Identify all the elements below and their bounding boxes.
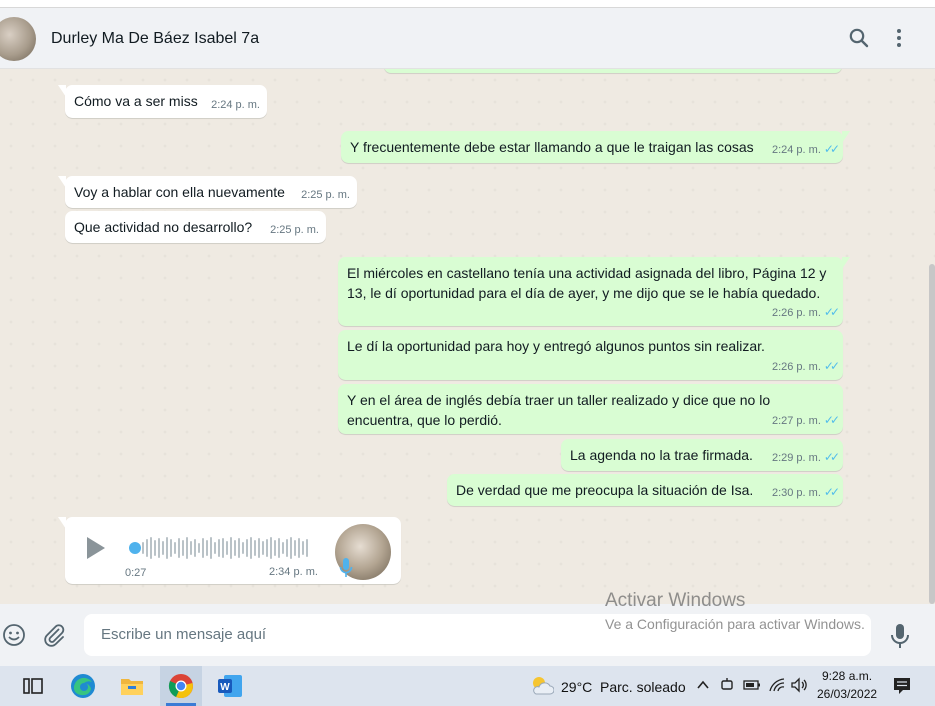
read-ticks-icon: ✓✓ xyxy=(823,485,840,499)
message-bubble-outgoing[interactable]: Y frecuentemente debe estar llamando a q… xyxy=(341,131,850,163)
activate-windows-watermark: Activar Windows Ve a Configuración para … xyxy=(605,590,865,632)
edge-icon xyxy=(71,674,95,698)
meet-now-icon[interactable] xyxy=(720,677,734,693)
browser-top-strip xyxy=(0,0,935,8)
message-time: 2:24 p. m. xyxy=(211,99,260,111)
message-bubble-outgoing[interactable]: La agenda no la trae firmada. 2:29 p. m.… xyxy=(561,439,843,471)
voice-duration: 0:27 xyxy=(125,567,147,579)
play-icon[interactable] xyxy=(87,537,105,559)
message-time: 2:24 p. m. xyxy=(771,144,821,156)
message-time: 2:27 p. m. xyxy=(771,415,821,427)
attach-icon[interactable] xyxy=(42,623,66,647)
notifications-icon[interactable] xyxy=(893,677,911,695)
message-text: Y frecuentemente debe estar llamando a q… xyxy=(350,139,754,155)
message-bubble-incoming[interactable]: Voy a hablar con ella nuevamente 2:25 p.… xyxy=(58,176,357,208)
read-ticks-icon: ✓✓ xyxy=(823,305,840,319)
message-bubble-outgoing[interactable]: Le dí la oportunidad para hoy y entregó … xyxy=(338,330,843,380)
message-input-placeholder: Escribe un mensaje aquí xyxy=(101,626,267,643)
emoji-icon[interactable] xyxy=(2,623,26,647)
message-bubble-outgoing[interactable]: De verdad que me preocupa la situación d… xyxy=(447,474,843,506)
message-time: 2:30 p. m. xyxy=(771,487,821,499)
message-bubble-incoming[interactable]: Que actividad no desarrollo? 2:25 p. m. xyxy=(65,211,326,243)
clock-time[interactable]: 9:28 a.m. xyxy=(822,669,872,683)
word-button[interactable]: W xyxy=(209,666,251,706)
task-view-button[interactable] xyxy=(12,666,54,706)
message-meta: 2:27 p. m. ✓✓ xyxy=(771,410,840,431)
message-time: 2:25 p. m. xyxy=(270,224,319,236)
message-bubble-outgoing[interactable]: Y en el área de inglés debía traer un ta… xyxy=(338,384,843,434)
wifi-icon[interactable] xyxy=(768,677,786,693)
weather-temp[interactable]: 29°C xyxy=(561,679,592,695)
message-meta: 2:30 p. m. ✓✓ xyxy=(771,482,840,503)
read-ticks-icon: ✓✓ xyxy=(823,359,840,373)
message-bubble-outgoing[interactable]: El miércoles en castellano tenía una act… xyxy=(338,257,850,326)
volume-icon[interactable] xyxy=(790,677,808,693)
read-ticks-icon: ✓✓ xyxy=(823,450,840,464)
watermark-title: Activar Windows xyxy=(605,590,746,611)
microphone-icon[interactable] xyxy=(889,623,911,649)
chat-scrollbar[interactable] xyxy=(929,264,935,604)
contact-avatar[interactable] xyxy=(0,17,36,61)
read-ticks-icon: ✓✓ xyxy=(823,142,840,156)
task-view-icon xyxy=(23,678,43,694)
chrome-button[interactable] xyxy=(160,666,202,706)
edge-button[interactable] xyxy=(62,666,104,706)
contact-name[interactable]: Durley Ma De Báez Isabel 7a xyxy=(51,30,259,48)
battery-icon[interactable] xyxy=(743,679,761,691)
read-ticks-icon: ✓✓ xyxy=(823,413,840,427)
message-bubble-partial[interactable] xyxy=(384,69,842,73)
chat-pane[interactable]: Cómo va a ser miss 2:24 p. m. Y frecuent… xyxy=(0,69,935,604)
voice-note-bubble[interactable]: 0:27 2:34 p. m. xyxy=(58,517,401,584)
chrome-icon xyxy=(168,674,193,699)
voice-time: 2:34 p. m. xyxy=(269,566,318,578)
message-time: 2:29 p. m. xyxy=(771,452,821,464)
svg-text:W: W xyxy=(220,682,230,693)
message-text: El miércoles en castellano tenía una act… xyxy=(347,265,827,301)
message-meta: 2:24 p. m. ✓✓ xyxy=(771,139,840,160)
search-icon[interactable] xyxy=(847,26,871,50)
weather-icon[interactable] xyxy=(530,675,554,697)
seek-handle[interactable] xyxy=(129,542,141,554)
waveform[interactable] xyxy=(141,535,309,561)
windows-taskbar: W 29°C Parc. soleado 9:28 a.m. 26/03/202… xyxy=(0,666,935,706)
message-time: 2:26 p. m. xyxy=(771,307,821,319)
message-time: 2:26 p. m. xyxy=(771,361,821,373)
message-meta: 2:26 p. m. ✓✓ xyxy=(771,356,840,377)
message-bubble-incoming[interactable]: Cómo va a ser miss 2:24 p. m. xyxy=(58,85,267,118)
file-explorer-button[interactable] xyxy=(111,666,153,706)
message-text: Le dí la oportunidad para hoy y entregó … xyxy=(347,338,765,354)
file-explorer-icon xyxy=(121,679,143,695)
message-meta: 2:29 p. m. ✓✓ xyxy=(771,447,840,468)
weather-desc[interactable]: Parc. soleado xyxy=(600,679,686,695)
microphone-icon xyxy=(339,558,353,577)
chevron-up-icon[interactable] xyxy=(696,679,710,691)
menu-kebab-icon[interactable] xyxy=(887,26,911,50)
word-icon: W xyxy=(218,675,242,697)
message-time: 2:25 p. m. xyxy=(301,189,350,201)
message-meta: 2:26 p. m. ✓✓ xyxy=(771,302,840,323)
clock-date[interactable]: 26/03/2022 xyxy=(817,687,877,701)
message-text: Y en el área de inglés debía traer un ta… xyxy=(347,392,771,428)
watermark-subtitle: Ve a Configuración para activar Windows. xyxy=(605,616,865,632)
chat-header[interactable]: Durley Ma De Báez Isabel 7a xyxy=(0,8,935,69)
